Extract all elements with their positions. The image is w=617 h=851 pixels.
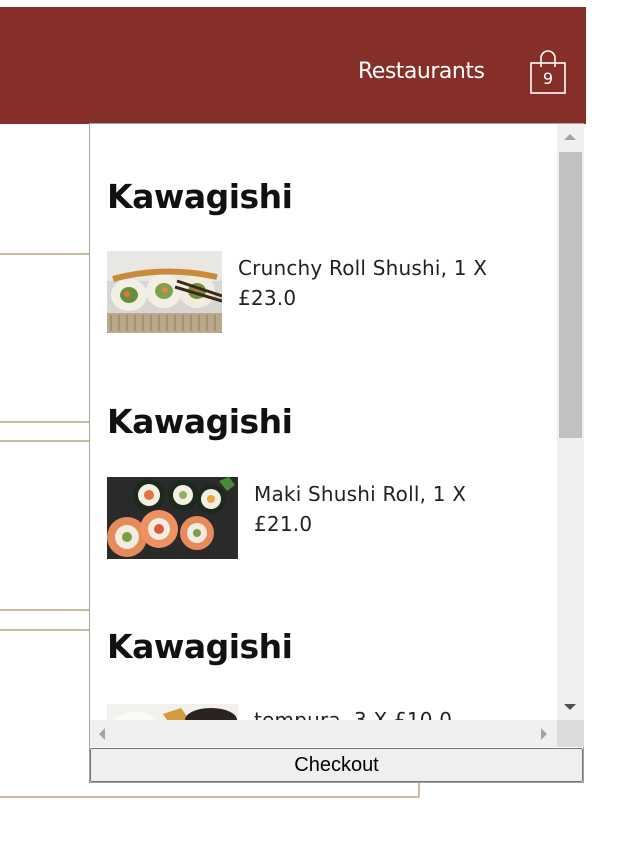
- item-image: [107, 704, 238, 720]
- background-card-border: [418, 782, 420, 798]
- restaurant-name: Kawagishi: [107, 627, 293, 666]
- cart-dropdown: Kawagishi Crunchy Roll Shushi, 1 X £23.0…: [89, 123, 584, 783]
- scroll-right-arrow-icon[interactable]: [532, 720, 557, 747]
- scroll-down-arrow-icon[interactable]: [557, 695, 584, 720]
- background-divider: [0, 609, 90, 611]
- header-bar: Restaurants 9: [0, 7, 586, 124]
- vertical-scrollbar[interactable]: [557, 124, 584, 720]
- horizontal-scrollbar[interactable]: [90, 720, 557, 747]
- scrollbar-corner: [557, 720, 584, 747]
- page: Restaurants 9 Kawagishi Crunchy Roll Shu…: [0, 0, 617, 851]
- background-divider: [0, 253, 90, 255]
- scroll-up-arrow-icon[interactable]: [557, 124, 584, 149]
- scroll-left-arrow-icon[interactable]: [90, 720, 115, 747]
- cart-item-price: £23.0: [238, 286, 297, 310]
- shopping-bag-icon[interactable]: 9: [527, 49, 569, 97]
- item-image: [107, 251, 222, 333]
- cart-item-price: £21.0: [254, 512, 313, 536]
- background-divider: [0, 440, 90, 442]
- cart-item-details: Crunchy Roll Shushi, 1 X £23.0: [238, 253, 487, 313]
- background-divider: [0, 421, 90, 423]
- cart-count-badge: 9: [542, 69, 554, 88]
- background-divider: [0, 629, 90, 631]
- background-card-border: [0, 796, 418, 798]
- scrollbar-thumb[interactable]: [559, 152, 582, 438]
- cart-item-details: tempura, 3 X £10.0: [254, 705, 452, 720]
- cart-item-name: Crunchy Roll Shushi, 1 X: [238, 256, 488, 280]
- restaurant-name: Kawagishi: [107, 402, 293, 441]
- cart-item-name: Maki Shushi Roll, 1 X: [254, 482, 467, 506]
- cart-item-details: Maki Shushi Roll, 1 X £21.0: [254, 479, 466, 539]
- checkout-button[interactable]: Checkout: [90, 748, 583, 782]
- restaurant-name: Kawagishi: [107, 177, 293, 216]
- cart-item-name: tempura, 3 X £10.0: [254, 708, 453, 720]
- cart-items-list[interactable]: Kawagishi Crunchy Roll Shushi, 1 X £23.0…: [90, 124, 557, 720]
- nav-link-restaurants[interactable]: Restaurants: [358, 59, 485, 84]
- item-image: [107, 477, 238, 559]
